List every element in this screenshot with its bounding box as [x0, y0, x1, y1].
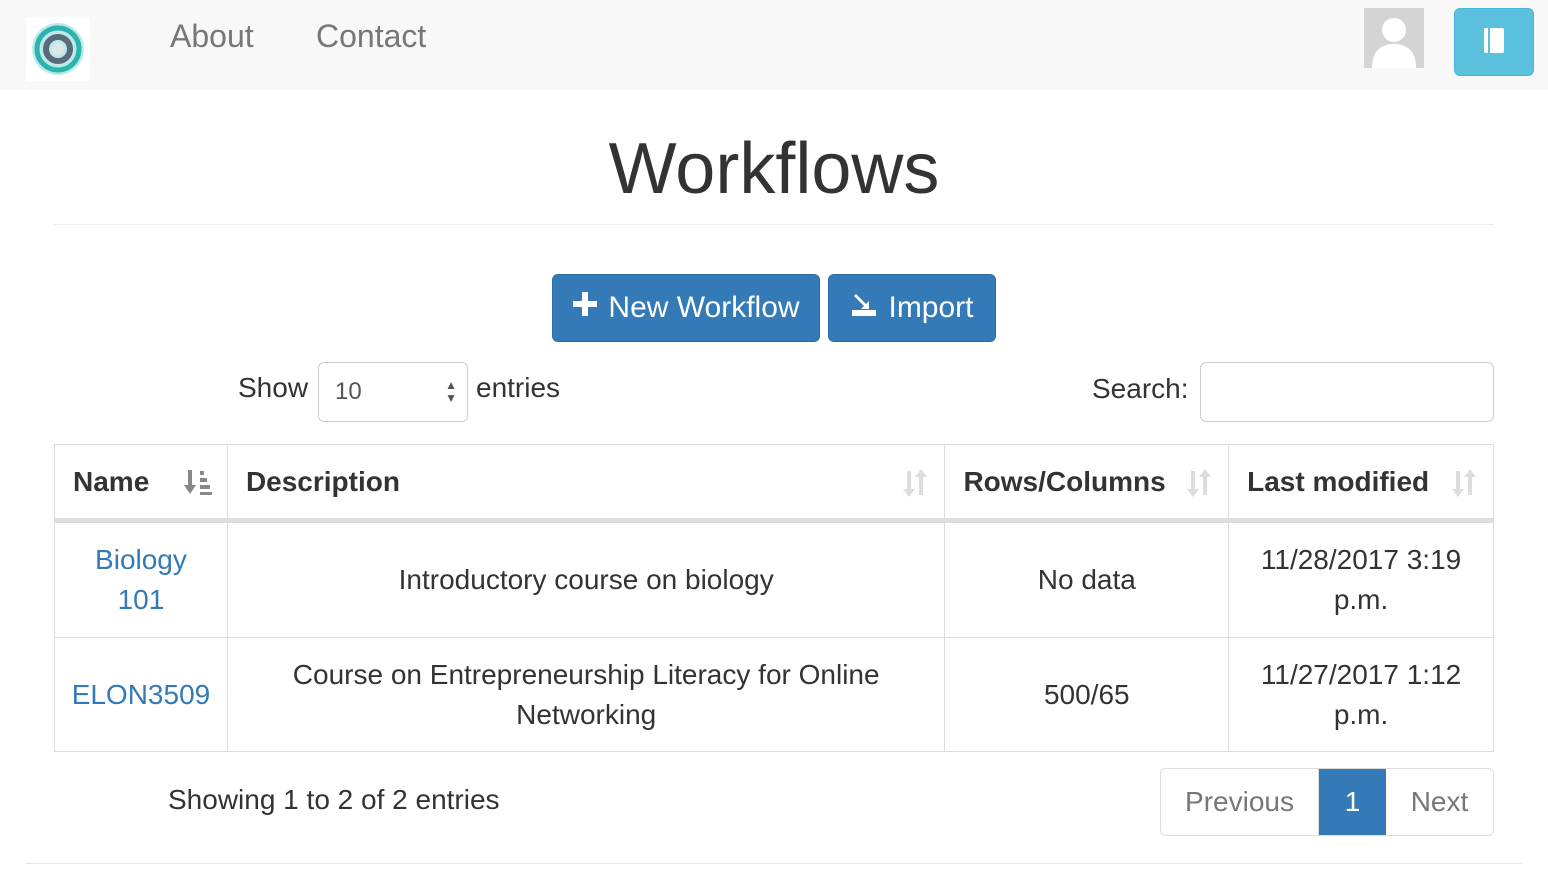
- search-input[interactable]: [1200, 362, 1494, 422]
- workflow-name-link[interactable]: ELON3509: [72, 679, 211, 710]
- entries-label: entries: [476, 372, 561, 403]
- workflow-name-cell: Biology 101: [54, 520, 228, 638]
- workflow-last-modified-cell: 11/28/2017 3:19 p.m.: [1228, 520, 1494, 638]
- select-arrows-icon: ▲ ▼: [445, 378, 457, 405]
- page-title: Workflows: [608, 129, 940, 209]
- workflow-name-cell: ELON3509: [54, 637, 228, 752]
- book-button[interactable]: [1454, 8, 1534, 76]
- sort-ascending-icon: [183, 467, 213, 504]
- workflow-rows-columns-cell: No data: [944, 520, 1230, 638]
- import-button[interactable]: Import: [828, 274, 996, 342]
- page-1-button[interactable]: 1: [1319, 769, 1386, 835]
- table-info: Showing 1 to 2 of 2 entries: [168, 784, 500, 815]
- show-label: Show: [238, 372, 309, 403]
- sort-icon: [1449, 467, 1479, 506]
- plus-icon: [572, 291, 598, 325]
- sort-icon: [900, 467, 930, 506]
- import-icon: [850, 290, 878, 326]
- sort-icon: [1184, 467, 1214, 506]
- column-header-rows-columns[interactable]: Rows/Columns: [944, 444, 1230, 523]
- entries-length-select[interactable]: 10 ▲ ▼: [318, 362, 468, 422]
- previous-page-button[interactable]: Previous: [1161, 769, 1319, 835]
- title-divider: [54, 224, 1494, 225]
- logo-icon[interactable]: [26, 17, 90, 81]
- workflow-description-cell: Course on Entrepreneurship Literacy for …: [226, 637, 946, 752]
- book-icon: [1479, 25, 1509, 60]
- pagination: Previous 1 Next: [1160, 768, 1494, 836]
- nav-contact-link[interactable]: Contact: [316, 18, 426, 55]
- next-page-button[interactable]: Next: [1386, 769, 1493, 835]
- new-workflow-button[interactable]: New Workflow: [552, 274, 820, 342]
- user-avatar-icon[interactable]: [1364, 8, 1424, 68]
- column-header-description[interactable]: Description: [226, 444, 946, 523]
- table-row: Biology 101 Introductory course on biolo…: [54, 520, 1494, 638]
- workflows-table: Name Description Rows/Columns Last modif…: [54, 444, 1494, 752]
- search-label: Search:: [1092, 373, 1189, 404]
- navbar: About Contact: [0, 0, 1548, 90]
- footer-divider: [26, 863, 1522, 864]
- column-header-last-modified[interactable]: Last modified: [1228, 444, 1494, 523]
- table-row: ELON3509 Course on Entrepreneurship Lite…: [54, 637, 1494, 752]
- column-header-name[interactable]: Name: [54, 444, 228, 523]
- workflow-rows-columns-cell: 500/65: [944, 637, 1230, 752]
- new-workflow-label: New Workflow: [608, 291, 800, 324]
- workflow-last-modified-cell: 11/27/2017 1:12 p.m.: [1228, 637, 1494, 752]
- import-label: Import: [888, 291, 974, 324]
- table-header-row: Name Description Rows/Columns Last modif…: [54, 444, 1494, 523]
- workflow-description-cell: Introductory course on biology: [226, 520, 946, 638]
- entries-length-value: 10: [335, 378, 362, 405]
- workflow-name-link[interactable]: Biology 101: [91, 540, 191, 620]
- nav-about-link[interactable]: About: [170, 18, 254, 55]
